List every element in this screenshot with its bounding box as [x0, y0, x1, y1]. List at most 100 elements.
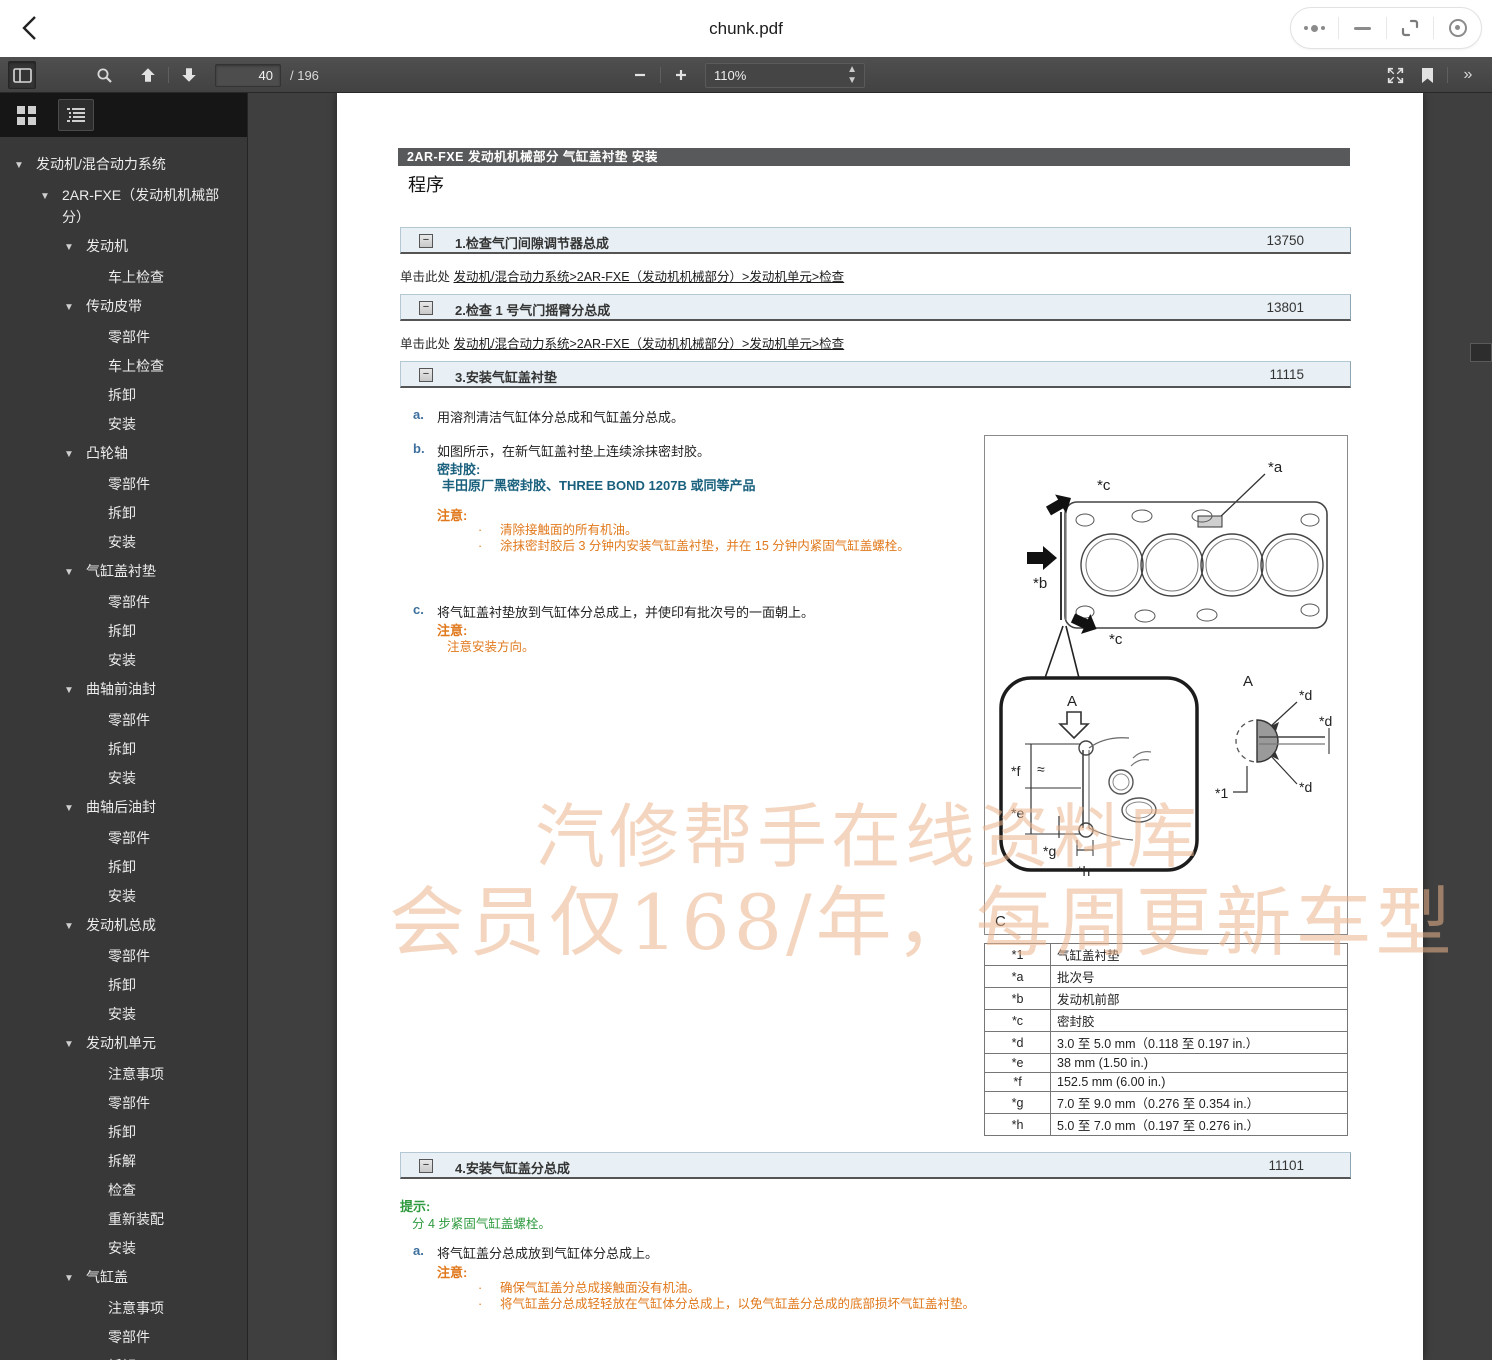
- page-number-input[interactable]: [215, 64, 281, 87]
- outline-item[interactable]: 检查: [0, 1179, 239, 1201]
- outline-item[interactable]: 安装: [0, 767, 239, 789]
- caret-down-icon[interactable]: ▼: [64, 560, 86, 584]
- outline-item[interactable]: 车上检查: [0, 355, 239, 377]
- section-code: 11115: [1269, 367, 1304, 382]
- legend-value: 批次号: [1051, 966, 1348, 988]
- zoom-in-icon[interactable]: [667, 61, 695, 89]
- outline-item[interactable]: ▼发动机单元: [0, 1032, 239, 1056]
- outline-item[interactable]: 安装: [0, 1003, 239, 1025]
- record-circle-icon[interactable]: [1434, 8, 1481, 48]
- outline-item-label: 零部件: [108, 945, 239, 967]
- outline-item[interactable]: ▼气缸盖衬垫: [0, 560, 239, 584]
- collapse-icon[interactable]: −: [419, 368, 433, 382]
- caret-spacer: [86, 974, 108, 976]
- procedure-link[interactable]: 发动机/混合动力系统>2AR-FXE（发动机机械部分）>发动机单元>检查: [453, 337, 844, 351]
- outline-item[interactable]: 零部件: [0, 591, 239, 613]
- caret-down-icon[interactable]: ▼: [64, 1032, 86, 1056]
- collapse-icon[interactable]: −: [419, 1159, 433, 1173]
- step-letter: c.: [413, 602, 424, 617]
- outline-item[interactable]: ▼凸轮轴: [0, 442, 239, 466]
- zoom-level-select[interactable]: 110% ▲▼: [705, 63, 865, 88]
- outline-view-icon[interactable]: [58, 99, 94, 131]
- caret-down-icon[interactable]: ▼: [64, 796, 86, 820]
- outline-item[interactable]: 拆卸: [0, 856, 239, 878]
- outline-item[interactable]: ▼曲轴后油封: [0, 796, 239, 820]
- outline-item[interactable]: 注意事项: [0, 1297, 239, 1319]
- outline-item-label: 拆卸: [108, 1121, 239, 1143]
- outline-item[interactable]: 拆卸: [0, 502, 239, 524]
- scrollbar-thumb[interactable]: [1470, 343, 1492, 362]
- presentation-mode-icon[interactable]: [1381, 61, 1409, 89]
- outline-item[interactable]: 拆卸: [0, 738, 239, 760]
- caret-down-icon[interactable]: ▼: [64, 914, 86, 938]
- caret-down-icon[interactable]: ▼: [14, 153, 36, 177]
- outline-item[interactable]: 拆解: [0, 1150, 239, 1172]
- outline-item[interactable]: 零部件: [0, 1092, 239, 1114]
- collapse-icon[interactable]: −: [419, 234, 433, 248]
- outline-item[interactable]: 零部件: [0, 326, 239, 348]
- sidebar-toggle-icon[interactable]: [8, 61, 36, 89]
- section-2-link-row: 单击此处 发动机/混合动力系统>2AR-FXE（发动机机械部分）>发动机单元>检…: [400, 333, 844, 352]
- float-window-icon[interactable]: [1387, 8, 1434, 48]
- caret-down-icon[interactable]: ▼: [64, 235, 86, 259]
- outline-item[interactable]: ▼传动皮带: [0, 295, 239, 319]
- outline-item[interactable]: ▼发动机总成: [0, 914, 239, 938]
- procedure-section-3: − 3.安装气缸盖衬垫 11115: [400, 361, 1351, 388]
- outline-item[interactable]: 安装: [0, 649, 239, 671]
- divider: [1447, 67, 1448, 83]
- outline-item[interactable]: 拆卸: [0, 1121, 239, 1143]
- page-up-icon[interactable]: [134, 61, 162, 89]
- caret-spacer: [86, 649, 108, 651]
- thumbnails-view-icon[interactable]: [8, 99, 44, 131]
- notice-label: 注意:: [437, 505, 467, 524]
- notice-list: ·清除接触面的所有机油。·涂抹密封胶后 3 分钟内安装气缸盖衬垫，并在 15 分…: [478, 523, 978, 554]
- outline-item[interactable]: 安装: [0, 413, 239, 435]
- procedure-link[interactable]: 发动机/混合动力系统>2AR-FXE（发动机机械部分）>发动机单元>检查: [453, 270, 844, 284]
- outline-item[interactable]: 拆卸: [0, 384, 239, 406]
- divider: [168, 67, 169, 83]
- outline-item-label: 零部件: [108, 326, 239, 348]
- caret-spacer: [86, 1237, 108, 1239]
- outline-item[interactable]: 安装: [0, 1237, 239, 1259]
- minimize-icon[interactable]: [1339, 8, 1386, 48]
- collapse-icon[interactable]: −: [419, 301, 433, 315]
- outline-item[interactable]: 安装: [0, 885, 239, 907]
- page-down-icon[interactable]: [175, 61, 203, 89]
- outline-item[interactable]: ▼发动机: [0, 235, 239, 259]
- figure-label: *f: [1011, 763, 1020, 779]
- outline-item-label: 安装: [108, 767, 239, 789]
- caret-down-icon[interactable]: ▼: [64, 1266, 86, 1290]
- legend-key: *1: [985, 944, 1051, 966]
- caret-down-icon[interactable]: ▼: [64, 678, 86, 702]
- outline-item[interactable]: 拆卸: [0, 974, 239, 996]
- outline-item[interactable]: 安装: [0, 531, 239, 553]
- outline-item[interactable]: 重新装配: [0, 1208, 239, 1230]
- outline-item[interactable]: 注意事项: [0, 1063, 239, 1085]
- outline-item-label: 安装: [108, 531, 239, 553]
- outline-item[interactable]: ▼曲轴前油封: [0, 678, 239, 702]
- caret-down-icon[interactable]: ▼: [64, 295, 86, 319]
- zoom-out-icon[interactable]: [626, 61, 654, 89]
- more-menu-icon[interactable]: [1291, 8, 1338, 48]
- section-title: 2.检查 1 号气门摇臂分总成: [455, 300, 610, 319]
- outline-item[interactable]: 零部件: [0, 473, 239, 495]
- outline-item[interactable]: ▼发动机/混合动力系统: [0, 153, 239, 177]
- find-icon[interactable]: [90, 61, 118, 89]
- outline-item[interactable]: 零部件: [0, 945, 239, 967]
- outline-item[interactable]: 零部件: [0, 827, 239, 849]
- bookmark-icon[interactable]: [1413, 61, 1441, 89]
- caret-down-icon[interactable]: ▼: [40, 184, 62, 208]
- outline-item[interactable]: 车上检查: [0, 266, 239, 288]
- outline-item-label: 零部件: [108, 1326, 239, 1348]
- outline-item[interactable]: 拆解: [0, 1355, 239, 1360]
- legend-row: *b发动机前部: [985, 988, 1348, 1010]
- outline-item[interactable]: ▼2AR-FXE（发动机机械部分）: [0, 184, 239, 228]
- outline-item[interactable]: 零部件: [0, 709, 239, 731]
- legend-key: *e: [985, 1054, 1051, 1073]
- outline-item[interactable]: ▼气缸盖: [0, 1266, 239, 1290]
- outline-item[interactable]: 拆卸: [0, 620, 239, 642]
- more-tools-icon[interactable]: »: [1454, 61, 1482, 89]
- outline-item[interactable]: 零部件: [0, 1326, 239, 1348]
- caret-down-icon[interactable]: ▼: [64, 442, 86, 466]
- legend-row: *c密封胶: [985, 1010, 1348, 1032]
